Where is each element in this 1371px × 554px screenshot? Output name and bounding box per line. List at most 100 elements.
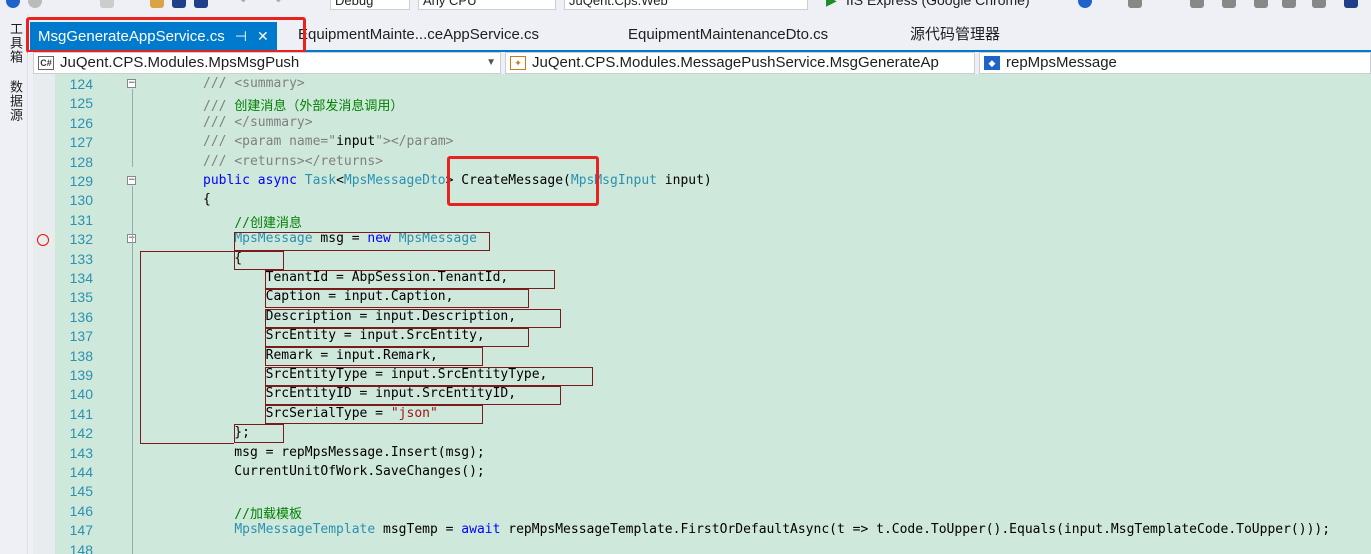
datasource-tab[interactable]: 数据源 (6, 80, 25, 122)
chevron-down-icon[interactable]: ▾ (1160, 0, 1165, 10)
line-number: 125 (69, 95, 93, 112)
run-button[interactable]: IIS Express (Google Chrome) (846, 0, 1030, 10)
code-line[interactable]: 141 SrcSerialType = "json" (33, 405, 1371, 424)
open-folder-icon[interactable] (150, 0, 164, 8)
code-line[interactable]: 143 msg = repMpsMessage.Insert(msg); (33, 444, 1371, 463)
code-token: /// </summary> (203, 114, 313, 130)
line-number: 126 (69, 114, 93, 131)
code-line[interactable]: 139 SrcEntityType = input.SrcEntityType, (33, 366, 1371, 385)
annotation-bracket (140, 251, 141, 443)
line-number: 127 (69, 134, 93, 151)
member-combo-value: repMpsMessage (1006, 54, 1117, 71)
annotation-method-highlight (447, 156, 599, 206)
annotation-code-highlight (265, 386, 561, 405)
project-combo[interactable]: C# JuQent.CPS.Modules.MpsMsgPush ▼ (33, 52, 501, 74)
code-line[interactable]: 146 //加载模板 (33, 502, 1371, 522)
code-line[interactable]: 129− public async Task<MpsMessageDto> Cre… (33, 172, 1371, 191)
code-line[interactable]: 127 /// <param name="input"></param> (33, 133, 1371, 152)
code-token: await (461, 522, 509, 538)
line-number: 131 (69, 211, 93, 228)
code-line[interactable]: 124 − /// <summary> (33, 75, 1371, 94)
line-number: 148 (69, 541, 93, 554)
line-number: 141 (69, 405, 93, 422)
collapse-icon[interactable]: − (127, 176, 136, 185)
step-icon[interactable] (1190, 0, 1204, 8)
annotation-code-highlight (234, 424, 284, 443)
code-line[interactable]: 145 (33, 482, 1371, 501)
code-line[interactable]: 126 /// </summary> (33, 114, 1371, 133)
annotation-code-highlight (265, 367, 593, 386)
code-line[interactable]: 131 //创建消息 (33, 211, 1371, 231)
code-line[interactable]: 136 Description = input.Description, (33, 308, 1371, 327)
save-all-icon[interactable] (194, 0, 208, 8)
comment-icon[interactable] (1282, 0, 1296, 8)
line-number: 142 (69, 425, 93, 442)
side-tool-strip: 工具箱 数据源 (0, 14, 28, 554)
line-number: 137 (69, 328, 93, 345)
code-token: //加载模板 (234, 506, 302, 522)
code-token: MpsMessageTemplate (234, 522, 376, 538)
chevron-down-icon: ▼ (972, 53, 974, 73)
tab-equipment-appservice[interactable]: EquipmentMainte...ceAppService.cs (298, 22, 539, 48)
collapse-icon[interactable]: − (127, 79, 136, 88)
startup-project-select[interactable]: JuQent.Cps.Web (564, 0, 808, 10)
code-token: //创建消息 (234, 215, 302, 231)
code-line[interactable]: 134 TenantId = AbpSession.TenantId, (33, 269, 1371, 288)
annotation-code-highlight (265, 405, 483, 424)
run-icon[interactable]: ▶ (826, 0, 837, 10)
indent-icon[interactable] (1254, 0, 1268, 8)
bookmark-icon[interactable] (1312, 0, 1326, 8)
toolbox-tab[interactable]: 工具箱 (6, 22, 25, 64)
code-text: /// </summary> (203, 115, 313, 130)
code-token: /// <returns></returns> (203, 153, 384, 169)
back-icon[interactable] (6, 0, 20, 8)
line-number: 144 (69, 464, 93, 480)
code-line[interactable]: 137 SrcEntity = input.SrcEntity, (33, 327, 1371, 346)
code-token: input) (656, 173, 712, 188)
code-token: MpsMessageDto (343, 173, 446, 188)
class-combo[interactable]: ✦ JuQent.CPS.Modules.MessagePushService.… (505, 52, 975, 74)
undo-icon[interactable]: ↶ (240, 0, 252, 10)
code-text: CurrentUnitOfWork.SaveChanges(); (203, 464, 485, 479)
code-text: MpsMessageTemplate msgTemp = await repMp… (203, 522, 1330, 537)
annotation-code-highlight (265, 270, 555, 289)
refresh-icon[interactable] (1078, 0, 1092, 8)
tool-icon[interactable] (1128, 0, 1142, 8)
config-select[interactable]: Debug (330, 0, 410, 10)
line-number: 136 (69, 308, 93, 325)
breakpoint-icon[interactable] (37, 234, 49, 247)
code-token: Task (304, 173, 337, 188)
class-combo-value: JuQent.CPS.Modules.MessagePushService.Ms… (532, 54, 939, 71)
redo-icon[interactable]: ↷ (270, 0, 282, 10)
line-number: 139 (69, 367, 93, 383)
new-item-icon[interactable] (100, 0, 114, 8)
code-token: CurrentUnitOfWork.SaveChanges(); (203, 464, 485, 479)
code-text: msg = repMpsMessage.Insert(msg); (203, 445, 484, 460)
code-line[interactable]: 148 (33, 541, 1371, 554)
code-token: input (336, 134, 376, 150)
code-line[interactable]: 128 /// <returns></returns> (33, 153, 1371, 172)
code-editor[interactable]: 124−/// <summary> 125/// 创建消息（外部发消息调用） 126… (33, 74, 1371, 554)
code-line[interactable]: 147 MpsMessageTemplate msgTemp = await r… (33, 521, 1371, 540)
code-line[interactable]: 130 { (33, 191, 1371, 210)
line-number: 129 (69, 173, 93, 189)
annotation-bracket (140, 251, 234, 252)
code-line[interactable]: 144 CurrentUnitOfWork.SaveChanges(); (33, 463, 1371, 482)
tab-equipment-dto[interactable]: EquipmentMaintenanceDto.cs (628, 22, 828, 48)
code-token: "></param> (375, 134, 454, 150)
navigate-icon[interactable] (1344, 0, 1358, 8)
format-icon[interactable] (1222, 0, 1236, 8)
code-line[interactable]: 140 SrcEntityID = input.SrcEntityID, (33, 385, 1371, 404)
code-line[interactable]: 135 Caption = input.Caption, (33, 288, 1371, 307)
save-icon[interactable] (172, 0, 186, 8)
code-text: { (203, 192, 211, 207)
tab-source-control[interactable]: 源代码管理器 (910, 22, 1000, 48)
forward-icon[interactable] (28, 0, 42, 8)
annotation-code-highlight (265, 309, 561, 328)
platform-select[interactable]: Any CPU (418, 0, 556, 10)
annotation-code-highlight (265, 347, 483, 366)
code-line[interactable]: 138 Remark = input.Remark, (33, 347, 1371, 366)
member-combo[interactable]: ◆ repMpsMessage (979, 52, 1371, 74)
code-line[interactable]: 125 /// 创建消息（外部发消息调用） (33, 94, 1371, 114)
